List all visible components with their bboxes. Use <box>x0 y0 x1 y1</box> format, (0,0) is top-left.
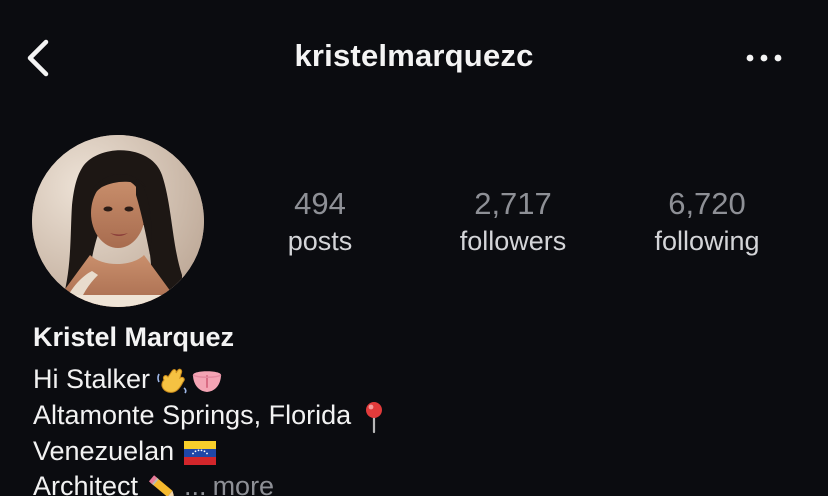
profile-username: kristelmarquezc <box>294 38 534 73</box>
bio-line-nationality: Venezuelan <box>33 436 217 467</box>
bio-nationality-text: Venezuelan <box>33 436 175 466</box>
tongue-icon <box>190 367 224 395</box>
following-label: following <box>654 226 760 256</box>
round-pushpin-icon <box>361 400 387 434</box>
avatar[interactable] <box>32 135 204 307</box>
following-count: 6,720 <box>668 186 746 221</box>
bio-line-profession: Architect ... more <box>33 471 274 496</box>
pencil-icon <box>146 473 180 496</box>
posts-stat[interactable]: 494 posts <box>260 186 380 260</box>
bio-ellipsis: ... <box>184 471 207 496</box>
bio-greeting-text: Hi Stalker <box>33 364 151 394</box>
followers-count: 2,717 <box>474 186 552 221</box>
following-stat[interactable]: 6,720 following <box>632 186 782 260</box>
posts-label: posts <box>287 226 353 256</box>
profile-screen: kristelmarquezc 494 posts 2,717 follower… <box>0 0 828 496</box>
bio-location-text: Altamonte Springs, Florida <box>33 400 352 431</box>
ellipsis-icon <box>746 54 782 62</box>
followers-label: followers <box>459 226 567 256</box>
bio-profession-text: Architect <box>33 471 139 496</box>
followers-stat[interactable]: 2,717 followers <box>438 186 588 260</box>
bio-line-location: Altamonte Springs, Florida <box>33 400 387 434</box>
profile-photo <box>32 135 204 307</box>
waving-hand-icon <box>156 366 188 396</box>
bio-more-link[interactable]: more <box>213 471 275 496</box>
display-name: Kristel Marquez <box>33 322 235 352</box>
options-menu-button[interactable] <box>742 44 786 72</box>
bio-line-greeting: Hi Stalker <box>33 364 224 396</box>
posts-count: 494 <box>294 186 346 221</box>
venezuela-flag-icon <box>184 440 217 465</box>
